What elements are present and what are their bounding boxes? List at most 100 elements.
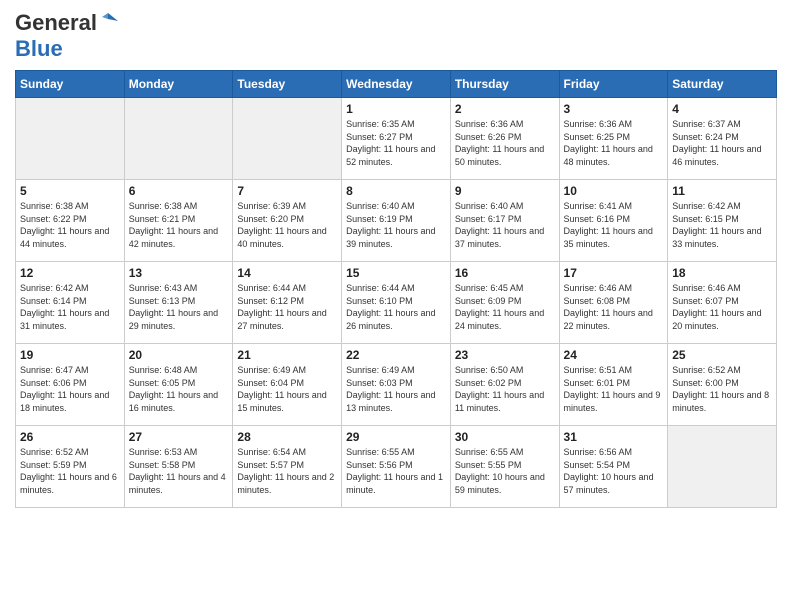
sunset-text: Sunset: 6:06 PM — [20, 377, 120, 390]
day-number: 25 — [672, 348, 772, 362]
day-info: Sunrise: 6:50 AMSunset: 6:02 PMDaylight:… — [455, 364, 555, 414]
day-number: 26 — [20, 430, 120, 444]
day-info: Sunrise: 6:48 AMSunset: 6:05 PMDaylight:… — [129, 364, 229, 414]
day-info: Sunrise: 6:54 AMSunset: 5:57 PMDaylight:… — [237, 446, 337, 496]
daylight-text: Daylight: 11 hours and 11 minutes. — [455, 389, 555, 414]
daylight-text: Daylight: 11 hours and 1 minute. — [346, 471, 446, 496]
sunset-text: Sunset: 6:07 PM — [672, 295, 772, 308]
daylight-text: Daylight: 11 hours and 35 minutes. — [564, 225, 664, 250]
daylight-text: Daylight: 11 hours and 15 minutes. — [237, 389, 337, 414]
calendar-cell: 25 Sunrise: 6:52 AMSunset: 6:00 PMDayligh… — [668, 344, 777, 426]
sunrise-text: Sunrise: 6:42 AM — [20, 282, 120, 295]
daylight-text: Daylight: 11 hours and 6 minutes. — [20, 471, 120, 496]
daylight-text: Daylight: 11 hours and 4 minutes. — [129, 471, 229, 496]
day-info: Sunrise: 6:38 AMSunset: 6:22 PMDaylight:… — [20, 200, 120, 250]
day-number: 21 — [237, 348, 337, 362]
day-number: 27 — [129, 430, 229, 444]
day-info: Sunrise: 6:41 AMSunset: 6:16 PMDaylight:… — [564, 200, 664, 250]
daylight-text: Daylight: 11 hours and 42 minutes. — [129, 225, 229, 250]
day-number: 2 — [455, 102, 555, 116]
daylight-text: Daylight: 11 hours and 26 minutes. — [346, 307, 446, 332]
sunrise-text: Sunrise: 6:44 AM — [346, 282, 446, 295]
day-number: 9 — [455, 184, 555, 198]
daylight-text: Daylight: 11 hours and 48 minutes. — [564, 143, 664, 168]
calendar-cell: 19Sunrise: 6:47 AMSunset: 6:06 PMDayligh… — [16, 344, 125, 426]
day-number: 30 — [455, 430, 555, 444]
calendar-cell: 11Sunrise: 6:42 AMSunset: 6:15 PMDayligh… — [668, 180, 777, 262]
sunset-text: Sunset: 6:01 PM — [564, 377, 664, 390]
calendar-cell — [124, 98, 233, 180]
daylight-text: Daylight: 11 hours and 37 minutes. — [455, 225, 555, 250]
day-number: 31 — [564, 430, 664, 444]
sunrise-text: Sunrise: 6:47 AM — [20, 364, 120, 377]
calendar-cell — [233, 98, 342, 180]
sunrise-text: Sunrise: 6:38 AM — [129, 200, 229, 213]
calendar-cell: 4Sunrise: 6:37 AMSunset: 6:24 PMDaylight… — [668, 98, 777, 180]
day-info: Sunrise: 6:49 AMSunset: 6:04 PMDaylight:… — [237, 364, 337, 414]
calendar-cell: 31 Sunrise: 6:56 AMSunset: 5:54 PMDayligh… — [559, 426, 668, 508]
day-info: Sunrise: 6:55 AMSunset: 5:55 PMDaylight:… — [455, 446, 555, 496]
page-header: General Blue — [15, 10, 777, 62]
sunset-text: Sunset: 6:22 PM — [20, 213, 120, 226]
daylight-text: Daylight: 11 hours and 44 minutes. — [20, 225, 120, 250]
day-number: 28 — [237, 430, 337, 444]
sunrise-text: Sunrise: 6:36 AM — [564, 118, 664, 131]
sunset-text: Sunset: 6:12 PM — [237, 295, 337, 308]
calendar-cell: 29Sunrise: 6:55 AMSunset: 5:56 PMDayligh… — [342, 426, 451, 508]
day-number: 5 — [20, 184, 120, 198]
calendar-cell: 24Sunrise: 6:51 AMSunset: 6:01 PMDayligh… — [559, 344, 668, 426]
day-number: 24 — [564, 348, 664, 362]
sunset-text: Sunset: 6:17 PM — [455, 213, 555, 226]
sunset-text: Sunset: 6:27 PM — [346, 131, 446, 144]
sunset-text: Sunset: 6:05 PM — [129, 377, 229, 390]
day-info: Sunrise: 6:38 AMSunset: 6:21 PMDaylight:… — [129, 200, 229, 250]
sunrise-text: Sunrise: 6:43 AM — [129, 282, 229, 295]
sunrise-text: Sunrise: 6:51 AM — [564, 364, 664, 377]
calendar-cell: 3 Sunrise: 6:36 AMSunset: 6:25 PMDaylight… — [559, 98, 668, 180]
daylight-text: Daylight: 10 hours and 57 minutes. — [564, 471, 664, 496]
calendar-cell: 14Sunrise: 6:44 AMSunset: 6:12 PMDayligh… — [233, 262, 342, 344]
logo-general-text: General — [15, 10, 97, 36]
day-info: Sunrise: 6:53 AMSunset: 5:58 PMDaylight:… — [129, 446, 229, 496]
sunset-text: Sunset: 6:04 PM — [237, 377, 337, 390]
day-info: Sunrise: 6:52 AMSunset: 6:00 PMDaylight:… — [672, 364, 772, 414]
calendar-cell: 7Sunrise: 6:39 AMSunset: 6:20 PMDaylight… — [233, 180, 342, 262]
col-saturday: Saturday — [668, 71, 777, 98]
day-number: 6 — [129, 184, 229, 198]
sunrise-text: Sunrise: 6:49 AM — [237, 364, 337, 377]
day-info: Sunrise: 6:36 AMSunset: 6:25 PMDaylight:… — [564, 118, 664, 168]
calendar-cell: 12Sunrise: 6:42 AMSunset: 6:14 PMDayligh… — [16, 262, 125, 344]
calendar-cell: 5 Sunrise: 6:38 AMSunset: 6:22 PMDaylight… — [16, 180, 125, 262]
logo-bird-icon — [98, 11, 118, 31]
day-number: 15 — [346, 266, 446, 280]
day-info: Sunrise: 6:52 AMSunset: 5:59 PMDaylight:… — [20, 446, 120, 496]
logo: General Blue — [15, 10, 118, 62]
day-number: 3 — [564, 102, 664, 116]
daylight-text: Daylight: 11 hours and 20 minutes. — [672, 307, 772, 332]
day-number: 8 — [346, 184, 446, 198]
calendar-week-row: 1Sunrise: 6:35 AMSunset: 6:27 PMDaylight… — [16, 98, 777, 180]
day-number: 11 — [672, 184, 772, 198]
calendar-week-row: 26 Sunrise: 6:52 AMSunset: 5:59 PMDayligh… — [16, 426, 777, 508]
day-number: 10 — [564, 184, 664, 198]
sunrise-text: Sunrise: 6:55 AM — [455, 446, 555, 459]
sunset-text: Sunset: 6:13 PM — [129, 295, 229, 308]
day-number: 29 — [346, 430, 446, 444]
daylight-text: Daylight: 11 hours and 18 minutes. — [20, 389, 120, 414]
calendar-cell: 28 Sunrise: 6:54 AMSunset: 5:57 PMDayligh… — [233, 426, 342, 508]
daylight-text: Daylight: 11 hours and 46 minutes. — [672, 143, 772, 168]
logo-blue-text: Blue — [15, 36, 63, 61]
calendar-week-row: 5Sunrise: 6:38 AMSunset: 6:22 PMDaylight… — [16, 180, 777, 262]
sunrise-text: Sunrise: 6:48 AM — [129, 364, 229, 377]
sunset-text: Sunset: 6:24 PM — [672, 131, 772, 144]
calendar-cell: 22Sunrise: 6:49 AMSunset: 6:03 PMDayligh… — [342, 344, 451, 426]
daylight-text: Daylight: 11 hours and 2 minutes. — [237, 471, 337, 496]
calendar-table: Sunday Monday Tuesday Wednesday Thursday… — [15, 70, 777, 508]
day-info: Sunrise: 6:44 AMSunset: 6:12 PMDaylight:… — [237, 282, 337, 332]
sunset-text: Sunset: 6:21 PM — [129, 213, 229, 226]
sunset-text: Sunset: 6:10 PM — [346, 295, 446, 308]
day-info: Sunrise: 6:44 AMSunset: 6:10 PMDaylight:… — [346, 282, 446, 332]
daylight-text: Daylight: 11 hours and 13 minutes. — [346, 389, 446, 414]
day-info: Sunrise: 6:56 AMSunset: 5:54 PMDaylight:… — [564, 446, 664, 496]
daylight-text: Daylight: 10 hours and 59 minutes. — [455, 471, 555, 496]
